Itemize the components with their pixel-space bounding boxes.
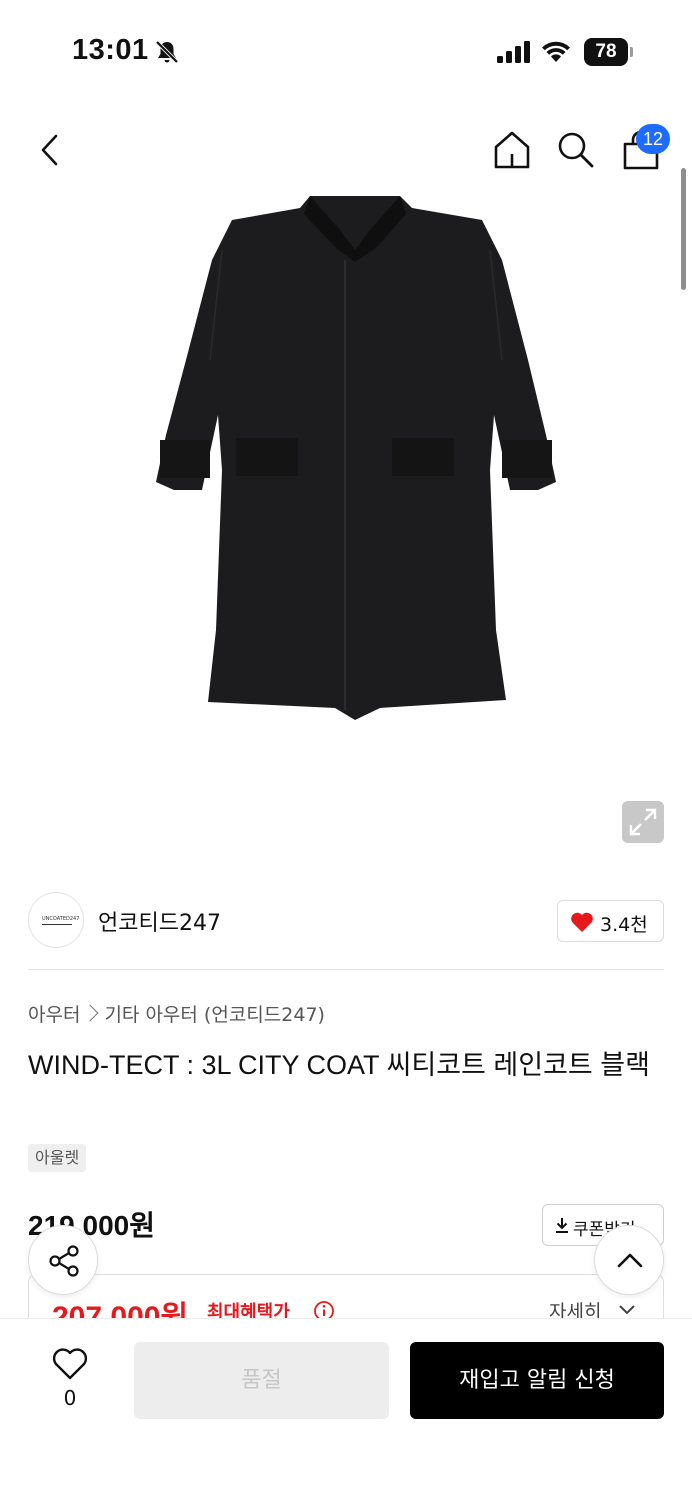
breadcrumb: 아우터 기타 아우터 (언코티드247) xyxy=(28,1000,325,1027)
share-icon xyxy=(49,1245,79,1277)
share-button[interactable] xyxy=(28,1225,98,1295)
chevron-up-icon xyxy=(617,1253,643,1268)
soldout-button: 품절 xyxy=(134,1342,389,1419)
signal-icon xyxy=(497,41,530,63)
brand-logo-text: UNCOATED247 xyxy=(42,916,80,922)
breadcrumb-chevron-icon xyxy=(81,1004,99,1022)
brand-logo-line xyxy=(42,924,72,925)
wish-count: 0 xyxy=(63,1386,77,1410)
search-icon[interactable] xyxy=(554,128,596,170)
status-bar: 13:01 78 xyxy=(0,0,692,100)
restock-alert-button[interactable]: 재입고 알림 신청 xyxy=(410,1342,664,1419)
divider xyxy=(28,969,664,970)
breadcrumb-item-category[interactable]: 아우터 xyxy=(28,1004,80,1026)
download-icon xyxy=(556,1218,568,1233)
wifi-icon xyxy=(542,41,570,62)
product-image-coat xyxy=(156,196,556,720)
breadcrumb-item-subcategory[interactable]: 기타 아우터 (언코티드247) xyxy=(104,1004,325,1026)
brand-logo[interactable]: UNCOATED247 xyxy=(28,892,84,948)
brand-name[interactable]: 언코티드247 xyxy=(98,905,221,937)
back-arrow-icon[interactable] xyxy=(36,132,66,168)
battery-indicator: 78 xyxy=(584,38,634,66)
battery-level: 78 xyxy=(584,38,628,66)
home-icon[interactable] xyxy=(490,128,534,172)
scroll-indicator xyxy=(681,168,686,290)
brand-like-count: 3.4천 xyxy=(600,914,648,936)
product-title: WIND-TECT : 3L CITY COAT 씨티코트 레인코트 블랙 xyxy=(28,1050,650,1080)
bell-off-icon xyxy=(155,40,179,64)
brand-like-button[interactable]: 3.4천 xyxy=(557,900,664,942)
cart-count-badge: 12 xyxy=(636,124,670,154)
heart-outline-icon[interactable] xyxy=(51,1347,89,1381)
outlet-tag: 아울렛 xyxy=(28,1144,87,1172)
status-time: 13:01 xyxy=(72,34,149,66)
battery-cap xyxy=(630,47,633,57)
scroll-to-top-button[interactable] xyxy=(594,1225,664,1295)
chevron-down-icon[interactable] xyxy=(617,1303,637,1317)
brand-row[interactable]: UNCOATED247 언코티드247 3.4천 xyxy=(0,870,692,970)
heart-filled-icon xyxy=(571,912,593,932)
expand-image-icon[interactable] xyxy=(622,801,664,843)
